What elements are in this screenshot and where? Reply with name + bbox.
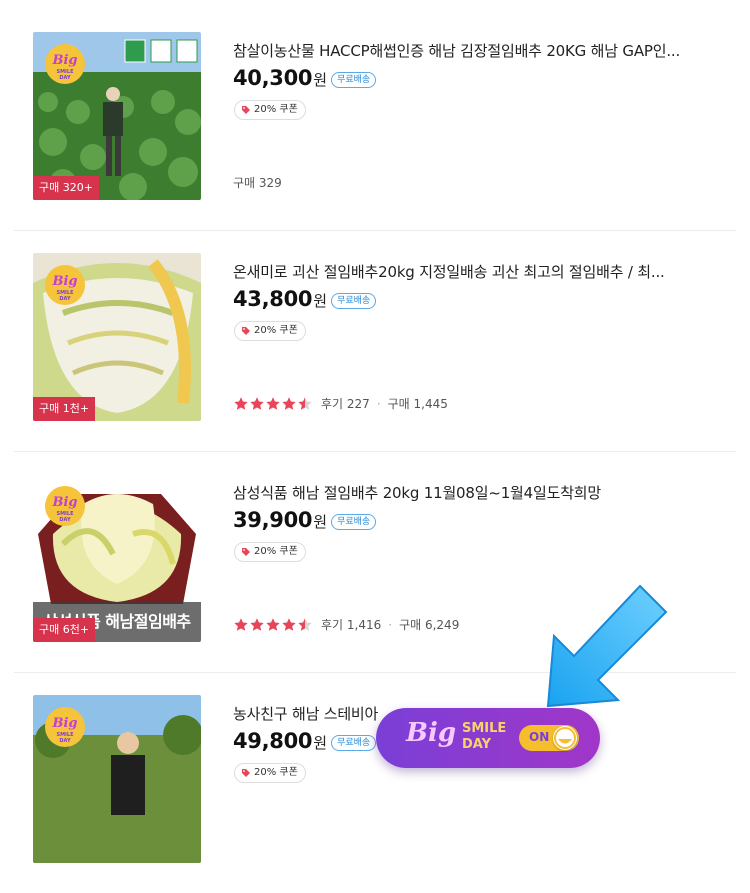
tag-icon — [242, 548, 250, 556]
product-thumbnail[interactable]: Big SMILE DAY 구매 1천+ — [33, 253, 201, 421]
star-icon — [234, 396, 248, 410]
star-rating — [233, 396, 313, 412]
separator-dot: · — [388, 617, 393, 632]
product-meta: 구매 329 — [233, 174, 282, 191]
currency-unit: 원 — [313, 734, 328, 752]
star-icon — [234, 617, 248, 631]
toggle-switch[interactable]: ON — [519, 725, 579, 751]
product-title[interactable]: 온새미로 괴산 절임배추20kg 지정일배송 괴산 최고의 절임배추 / 최..… — [233, 261, 665, 282]
purchase-count-badge: 구매 6천+ — [33, 618, 96, 642]
price-row: 39,900 원 무료배송 — [233, 508, 377, 533]
svg-text:Big: Big — [51, 274, 77, 289]
price-row: 43,800 원 무료배송 — [233, 287, 377, 312]
separator-dot: · — [376, 396, 381, 411]
currency-unit: 원 — [313, 71, 328, 89]
star-icon — [266, 396, 280, 410]
product-meta: 후기 227 · 구매 1,445 — [233, 395, 448, 412]
svg-text:DAY: DAY — [59, 517, 71, 523]
purchase-count-badge: 구매 1천+ — [33, 397, 96, 421]
tag-icon — [242, 769, 250, 777]
product-meta: 후기 1,416 · 구매 6,249 — [233, 616, 459, 633]
star-icon — [282, 396, 296, 410]
coupon-label: 20% 쿠폰 — [254, 104, 298, 115]
star-icon — [298, 396, 312, 410]
star-icon — [250, 396, 264, 410]
product-thumbnail[interactable]: Big SMILE DAY 삼성식품 해남절임배추 구매 6천+ — [33, 474, 201, 642]
list-item[interactable]: Big SMILE DAY 구매 1천+ 온새미로 괴산 절임배추20kg 지정… — [14, 231, 736, 452]
switch-state-label: ON — [529, 730, 550, 744]
purchase-count: 구매 6,249 — [399, 618, 460, 632]
coupon-badge[interactable]: 20% 쿠폰 — [234, 542, 306, 562]
product-price: 40,300 — [233, 66, 313, 90]
toggle-smile-day-label: SMILE DAY — [462, 721, 506, 753]
tag-icon — [242, 106, 250, 114]
coupon-badge[interactable]: 20% 쿠폰 — [234, 100, 306, 120]
big-smile-day-logo: Big SMILE DAY — [45, 707, 85, 747]
coupon-label: 20% 쿠폰 — [254, 767, 298, 778]
product-list: Big SMILE DAY 구매 320+ 참살이농산물 HACCP해썹인증 해… — [14, 10, 736, 893]
smile-face-icon — [554, 727, 576, 749]
svg-text:DAY: DAY — [59, 738, 71, 744]
svg-text:DAY: DAY — [59, 296, 71, 302]
big-smile-day-toggle[interactable]: Big SMILE DAY ON — [376, 708, 600, 768]
toggle-day-text: DAY — [462, 737, 492, 752]
currency-unit: 원 — [313, 513, 328, 531]
coupon-badge[interactable]: 20% 쿠폰 — [234, 321, 306, 341]
big-smile-day-logo: Big SMILE DAY — [45, 265, 85, 305]
star-icon — [298, 617, 312, 631]
coupon-label: 20% 쿠폰 — [254, 325, 298, 336]
price-row: 49,800 원 무료배송 — [233, 729, 377, 754]
review-count[interactable]: 후기 1,416 — [321, 616, 381, 633]
product-title[interactable]: 참살이농산물 HACCP해썹인증 해남 김장절임배추 20KG 해남 GAP인.… — [233, 40, 680, 61]
product-price: 49,800 — [233, 729, 313, 753]
tag-icon — [242, 327, 250, 335]
coupon-badge[interactable]: 20% 쿠폰 — [234, 763, 306, 783]
price-row: 40,300 원 무료배송 — [233, 66, 377, 91]
coupon-label: 20% 쿠폰 — [254, 546, 298, 557]
product-title[interactable]: 농사친구 해남 스테비아 — [233, 703, 378, 724]
toggle-big-label: Big — [406, 718, 457, 748]
svg-text:Big: Big — [51, 495, 77, 510]
free-shipping-badge: 무료배송 — [331, 514, 377, 530]
review-count[interactable]: 후기 227 — [321, 395, 370, 412]
big-smile-day-logo: Big SMILE DAY — [45, 44, 85, 84]
purchase-count: 구매 1,445 — [387, 397, 448, 411]
star-rating — [233, 617, 313, 633]
product-thumbnail[interactable]: Big SMILE DAY 구매 320+ — [33, 32, 201, 200]
star-icon — [250, 617, 264, 631]
currency-unit: 원 — [313, 292, 328, 310]
svg-text:Big: Big — [51, 716, 77, 731]
toggle-smile-text: SMILE — [462, 721, 507, 736]
product-price: 39,900 — [233, 508, 313, 532]
switch-knob — [553, 726, 577, 750]
big-smile-day-logo: Big SMILE DAY — [45, 486, 85, 526]
product-thumbnail[interactable]: Big SMILE DAY — [33, 695, 201, 863]
free-shipping-badge: 무료배송 — [331, 735, 377, 751]
product-title[interactable]: 삼성식품 해남 절임배추 20kg 11월08일~1월4일도착희망 — [233, 482, 601, 503]
star-icon — [282, 617, 296, 631]
list-item[interactable]: Big SMILE DAY 구매 320+ 참살이농산물 HACCP해썹인증 해… — [14, 10, 736, 231]
svg-text:DAY: DAY — [59, 75, 71, 81]
star-icon — [266, 617, 280, 631]
pointer-arrow-icon — [546, 584, 668, 708]
product-price: 43,800 — [233, 287, 313, 311]
purchase-count: 구매 329 — [233, 176, 282, 190]
free-shipping-badge: 무료배송 — [331, 72, 377, 88]
purchase-count-badge: 구매 320+ — [33, 176, 99, 200]
svg-text:Big: Big — [51, 53, 77, 68]
free-shipping-badge: 무료배송 — [331, 293, 377, 309]
